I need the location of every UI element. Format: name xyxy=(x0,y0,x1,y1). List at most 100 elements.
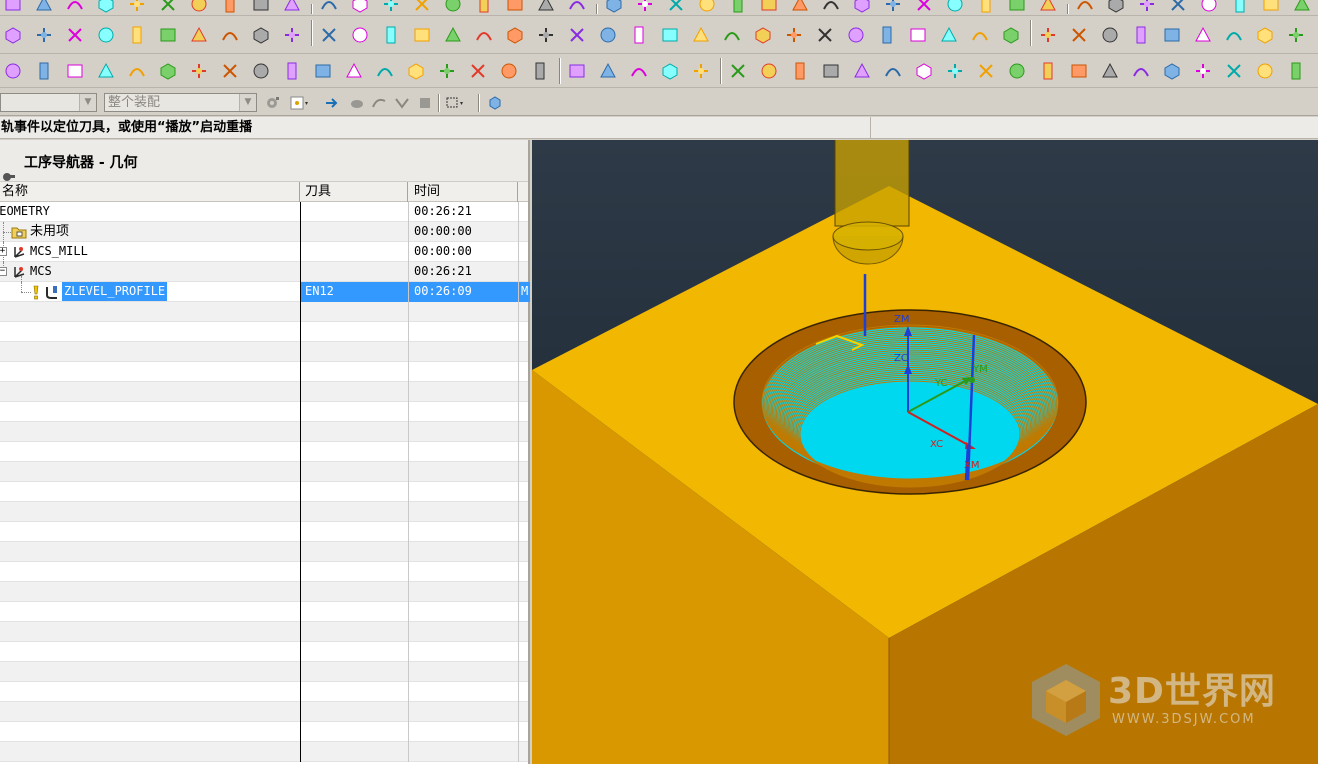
toolbar-tool-icon[interactable] xyxy=(1289,0,1315,12)
toolbar-tool-icon[interactable] xyxy=(93,0,119,13)
toolbar-tool-icon[interactable] xyxy=(1190,22,1216,48)
toolbar-tool-icon[interactable] xyxy=(93,22,119,48)
toolbar-tool-icon[interactable] xyxy=(1004,58,1030,84)
toolbar-tool-icon[interactable] xyxy=(564,0,590,12)
expand-plus-icon[interactable]: + xyxy=(0,247,7,256)
toolbar-tool-icon[interactable] xyxy=(533,22,559,48)
toolbar-tool-icon[interactable] xyxy=(880,58,906,84)
toolbar-tool-icon[interactable] xyxy=(1165,0,1191,12)
toolbar-tool-icon[interactable] xyxy=(1004,0,1030,12)
toolbar-tool-icon[interactable] xyxy=(967,22,993,48)
type-filter-combo[interactable]: ▼ xyxy=(0,93,97,112)
curve-rule-icon[interactable] xyxy=(369,93,389,113)
toolbar-tool-icon[interactable] xyxy=(1283,58,1309,84)
toolbar-tool-icon[interactable] xyxy=(849,0,875,13)
toolbar-tool-icon[interactable] xyxy=(818,0,844,12)
toolbar-tool-icon[interactable] xyxy=(1252,22,1278,48)
toolbar-tool-icon[interactable] xyxy=(440,22,466,48)
toolbar-tool-icon[interactable] xyxy=(973,58,999,84)
toolbar-tool-icon[interactable] xyxy=(372,58,398,84)
toolbar-tool-icon[interactable] xyxy=(942,0,968,12)
toolbar-tool-icon[interactable] xyxy=(1128,22,1154,48)
toolbar-tool-icon[interactable] xyxy=(217,58,243,84)
toolbar-tool-icon[interactable] xyxy=(31,22,57,48)
toolbar-tool-icon[interactable] xyxy=(471,22,497,48)
toolbar-tool-icon[interactable] xyxy=(217,22,243,48)
toolbar-tool-icon[interactable] xyxy=(1035,58,1061,84)
toolbar-tool-icon[interactable] xyxy=(217,0,243,13)
toolbar-tool-icon[interactable] xyxy=(564,22,590,48)
toolbar-tool-icon[interactable] xyxy=(787,0,813,12)
toolbar-tool-icon[interactable] xyxy=(998,22,1024,48)
toolbar-tool-icon[interactable] xyxy=(347,22,373,48)
feature-curve-icon[interactable] xyxy=(392,93,412,113)
toolbar-tool-icon[interactable] xyxy=(1097,58,1123,84)
toolbar-tool-icon[interactable] xyxy=(1227,0,1253,13)
toolbar-tool-icon[interactable] xyxy=(440,0,466,12)
toolbar-tool-icon[interactable] xyxy=(905,22,931,48)
toolbar-tool-icon[interactable] xyxy=(471,0,497,13)
toolbar-tool-icon[interactable] xyxy=(911,0,937,12)
toolbar-tool-icon[interactable] xyxy=(719,22,745,48)
column-header-more[interactable] xyxy=(518,182,530,202)
toolbar-tool-icon[interactable] xyxy=(248,58,274,84)
toolbar-tool-icon[interactable] xyxy=(279,0,305,12)
toolbar-tool-icon[interactable] xyxy=(1283,22,1309,48)
toolbar-tool-icon[interactable] xyxy=(316,22,342,48)
toolbar-tool-icon[interactable] xyxy=(465,58,491,84)
toolbar-tool-icon[interactable] xyxy=(409,0,435,12)
arrow-cycle-icon[interactable] xyxy=(322,93,342,113)
toolbar-tool-icon[interactable] xyxy=(874,22,900,48)
toolbar-tool-icon[interactable] xyxy=(0,22,26,48)
toolbar-tool-icon[interactable] xyxy=(1072,0,1098,12)
tree-row-unused-items[interactable]: 未用项 00:00:00 xyxy=(0,222,528,242)
toolbar-tool-icon[interactable] xyxy=(279,22,305,48)
column-header-tool[interactable]: 刀具 xyxy=(300,182,408,202)
toolbar-tool-icon[interactable] xyxy=(378,22,404,48)
toolbar-tool-icon[interactable] xyxy=(62,58,88,84)
toolbar-tool-icon[interactable] xyxy=(186,0,212,12)
toolbar-tool-icon[interactable] xyxy=(595,22,621,48)
toolbar-tool-icon[interactable] xyxy=(434,58,460,84)
toolbar-tool-icon[interactable] xyxy=(942,58,968,84)
toolbar-tool-icon[interactable] xyxy=(843,22,869,48)
tree-row-mcs-mill[interactable]: + MCS_MILL 00:00:00 xyxy=(0,242,528,262)
toolbar-tool-icon[interactable] xyxy=(756,0,782,12)
toolbar-tool-icon[interactable] xyxy=(1258,0,1284,12)
toolbar-tool-icon[interactable] xyxy=(657,58,683,84)
toolbar-tool-icon[interactable] xyxy=(124,58,150,84)
face-rule-icon[interactable] xyxy=(415,93,435,113)
toolbar-tool-icon[interactable] xyxy=(787,58,813,84)
toolbar-tool-icon[interactable] xyxy=(62,22,88,48)
toolbar-tool-icon[interactable] xyxy=(756,58,782,84)
collapse-minus-icon[interactable]: − xyxy=(0,267,7,276)
toolbar-tool-icon[interactable] xyxy=(186,22,212,48)
toolbar-tool-icon[interactable] xyxy=(725,58,751,84)
toolbar-tool-icon[interactable] xyxy=(31,58,57,84)
toolbar-tool-icon[interactable] xyxy=(409,22,435,48)
toolbar-tool-icon[interactable] xyxy=(527,58,553,84)
toolbar-tool-icon[interactable] xyxy=(663,0,689,12)
toolbar-tool-icon[interactable] xyxy=(1134,0,1160,12)
toolbar-tool-icon[interactable] xyxy=(310,58,336,84)
toolbar-tool-icon[interactable] xyxy=(1221,22,1247,48)
toolbar-tool-icon[interactable] xyxy=(347,0,373,13)
toolbar-tool-icon[interactable] xyxy=(186,58,212,84)
tree-row-geometry[interactable]: GEOMETRY 00:26:21 xyxy=(0,202,528,222)
tree-row-zlevel-profile[interactable]: ZLEVEL_PROFILE EN12 00:26:09 M xyxy=(0,282,530,302)
cube-select-icon[interactable] xyxy=(485,93,505,113)
toolbar-tool-icon[interactable] xyxy=(248,0,274,12)
toolbar-tool-icon[interactable] xyxy=(688,58,714,84)
toolbar-tool-icon[interactable] xyxy=(564,58,590,84)
toolbar-tool-icon[interactable] xyxy=(849,58,875,84)
toolbar-tool-icon[interactable] xyxy=(1159,22,1185,48)
toolbar-tool-icon[interactable] xyxy=(1128,58,1154,84)
toolbar-tool-icon[interactable] xyxy=(1159,58,1185,84)
toolbar-tool-icon[interactable] xyxy=(694,0,720,12)
toolbar-tool-icon[interactable] xyxy=(626,22,652,48)
toolbar-tool-icon[interactable] xyxy=(279,58,305,84)
toolbar-tool-icon[interactable] xyxy=(911,58,937,84)
toolbar-tool-icon[interactable] xyxy=(973,0,999,13)
toolbar-tool-icon[interactable] xyxy=(248,22,274,48)
toolbar-tool-icon[interactable] xyxy=(812,22,838,48)
